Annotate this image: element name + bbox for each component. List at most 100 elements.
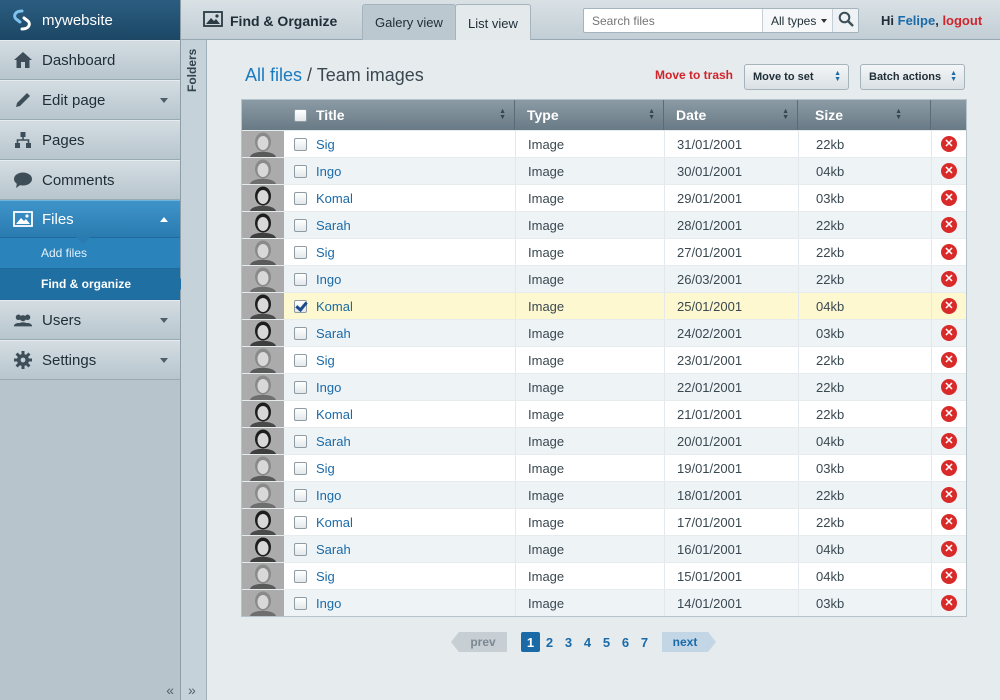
sort-icon[interactable]: ▲ ▼: [648, 108, 655, 121]
table-row[interactable]: Sarah Image 28/01/2001 22kb ✕: [242, 211, 966, 238]
type-filter-select[interactable]: All types: [762, 9, 832, 32]
pagination-page[interactable]: 6: [616, 632, 635, 652]
delete-icon[interactable]: ✕: [941, 325, 957, 341]
move-to-trash-button[interactable]: Move to trash: [655, 68, 733, 82]
pagination-page[interactable]: 5: [597, 632, 616, 652]
search-input[interactable]: [584, 9, 759, 32]
thumbnail[interactable]: [242, 293, 284, 319]
thumbnail[interactable]: [242, 158, 284, 184]
file-title[interactable]: Komal: [316, 191, 515, 206]
subitem-add-files[interactable]: Add files: [0, 238, 180, 269]
pagination-page[interactable]: 1: [521, 632, 540, 652]
table-row[interactable]: Ingo Image 26/03/2001 22kb ✕: [242, 265, 966, 292]
file-title[interactable]: Sarah: [316, 326, 515, 341]
file-title[interactable]: Komal: [316, 515, 515, 530]
thumbnail[interactable]: [242, 482, 284, 508]
delete-icon[interactable]: ✕: [941, 595, 957, 611]
table-row[interactable]: Ingo Image 30/01/2001 04kb ✕: [242, 157, 966, 184]
sidebar-item-edit-page[interactable]: Edit page: [0, 80, 180, 120]
file-title[interactable]: Sig: [316, 137, 515, 152]
delete-icon[interactable]: ✕: [941, 487, 957, 503]
sort-icon[interactable]: ▲ ▼: [782, 108, 789, 121]
table-row[interactable]: Ingo Image 18/01/2001 22kb ✕: [242, 481, 966, 508]
thumbnail[interactable]: [242, 401, 284, 427]
table-row[interactable]: Komal Image 17/01/2001 22kb ✕: [242, 508, 966, 535]
row-checkbox[interactable]: [293, 245, 307, 259]
expand-folders-icon[interactable]: »: [188, 682, 196, 698]
delete-icon[interactable]: ✕: [941, 217, 957, 233]
thumbnail[interactable]: [242, 185, 284, 211]
row-checkbox[interactable]: [293, 218, 307, 232]
pagination-page[interactable]: 4: [578, 632, 597, 652]
thumbnail[interactable]: [242, 455, 284, 481]
file-title[interactable]: Sarah: [316, 218, 515, 233]
delete-icon[interactable]: ✕: [941, 541, 957, 557]
thumbnail[interactable]: [242, 266, 284, 292]
file-title[interactable]: Sarah: [316, 434, 515, 449]
collapse-sidebar-icon[interactable]: «: [166, 682, 174, 698]
delete-icon[interactable]: ✕: [941, 433, 957, 449]
sidebar-item-pages[interactable]: Pages: [0, 120, 180, 160]
delete-icon[interactable]: ✕: [941, 379, 957, 395]
delete-icon[interactable]: ✕: [941, 136, 957, 152]
table-row[interactable]: Sig Image 27/01/2001 22kb ✕: [242, 238, 966, 265]
user-name[interactable]: Felipe: [898, 13, 936, 28]
table-row[interactable]: Komal Image 29/01/2001 03kb ✕: [242, 184, 966, 211]
table-row[interactable]: Sig Image 31/01/2001 22kb ✕: [242, 130, 966, 157]
pagination-page[interactable]: 2: [540, 632, 559, 652]
table-row[interactable]: Sarah Image 16/01/2001 04kb ✕: [242, 535, 966, 562]
row-checkbox[interactable]: [293, 434, 307, 448]
table-row[interactable]: Sarah Image 24/02/2001 03kb ✕: [242, 319, 966, 346]
header-title[interactable]: Title ▲ ▼: [284, 100, 515, 130]
row-checkbox[interactable]: [293, 542, 307, 556]
file-title[interactable]: Sarah: [316, 542, 515, 557]
row-checkbox[interactable]: [293, 137, 307, 151]
row-checkbox[interactable]: [293, 488, 307, 502]
table-row[interactable]: Ingo Image 22/01/2001 22kb ✕: [242, 373, 966, 400]
row-checkbox[interactable]: [293, 191, 307, 205]
table-row[interactable]: Sig Image 15/01/2001 04kb ✕: [242, 562, 966, 589]
table-row[interactable]: Sarah Image 20/01/2001 04kb ✕: [242, 427, 966, 454]
file-title[interactable]: Komal: [316, 299, 515, 314]
thumbnail[interactable]: [242, 347, 284, 373]
file-title[interactable]: Sig: [316, 569, 515, 584]
header-type[interactable]: Type ▲ ▼: [515, 100, 664, 130]
delete-icon[interactable]: ✕: [941, 352, 957, 368]
delete-icon[interactable]: ✕: [941, 244, 957, 260]
delete-icon[interactable]: ✕: [941, 568, 957, 584]
subitem-find-organize[interactable]: Find & organize: [0, 269, 186, 300]
row-checkbox[interactable]: [293, 380, 307, 394]
delete-icon[interactable]: ✕: [941, 406, 957, 422]
row-checkbox[interactable]: [293, 461, 307, 475]
row-checkbox[interactable]: [293, 164, 307, 178]
pagination-prev[interactable]: prev: [451, 632, 507, 652]
thumbnail[interactable]: [242, 131, 284, 157]
row-checkbox[interactable]: [293, 353, 307, 367]
thumbnail[interactable]: [242, 509, 284, 535]
search-button[interactable]: [832, 9, 858, 32]
table-row[interactable]: Komal Image 25/01/2001 04kb ✕: [242, 292, 966, 319]
thumbnail[interactable]: [242, 536, 284, 562]
file-title[interactable]: Komal: [316, 407, 515, 422]
pagination-next[interactable]: next: [662, 632, 716, 652]
tab-gallery-view[interactable]: Galery view: [362, 4, 456, 40]
batch-actions-select[interactable]: Batch actions ▲ ▼: [860, 64, 965, 90]
thumbnail[interactable]: [242, 428, 284, 454]
file-title[interactable]: Ingo: [316, 164, 515, 179]
thumbnail[interactable]: [242, 374, 284, 400]
tab-list-view[interactable]: List view: [455, 4, 531, 41]
thumbnail[interactable]: [242, 590, 284, 616]
row-checkbox[interactable]: [293, 569, 307, 583]
row-checkbox[interactable]: [293, 407, 307, 421]
row-checkbox[interactable]: [293, 299, 307, 313]
row-checkbox[interactable]: [293, 326, 307, 340]
sidebar-item-dashboard[interactable]: Dashboard: [0, 40, 180, 80]
select-all-checkbox[interactable]: [293, 108, 307, 122]
file-title[interactable]: Ingo: [316, 596, 515, 611]
sort-icon[interactable]: ▲ ▼: [499, 108, 506, 121]
row-checkbox[interactable]: [293, 596, 307, 610]
brand-logo[interactable]: mywebsite: [0, 0, 180, 40]
file-title[interactable]: Ingo: [316, 488, 515, 503]
logout-link[interactable]: logout: [942, 13, 982, 28]
table-row[interactable]: Sig Image 19/01/2001 03kb ✕: [242, 454, 966, 481]
